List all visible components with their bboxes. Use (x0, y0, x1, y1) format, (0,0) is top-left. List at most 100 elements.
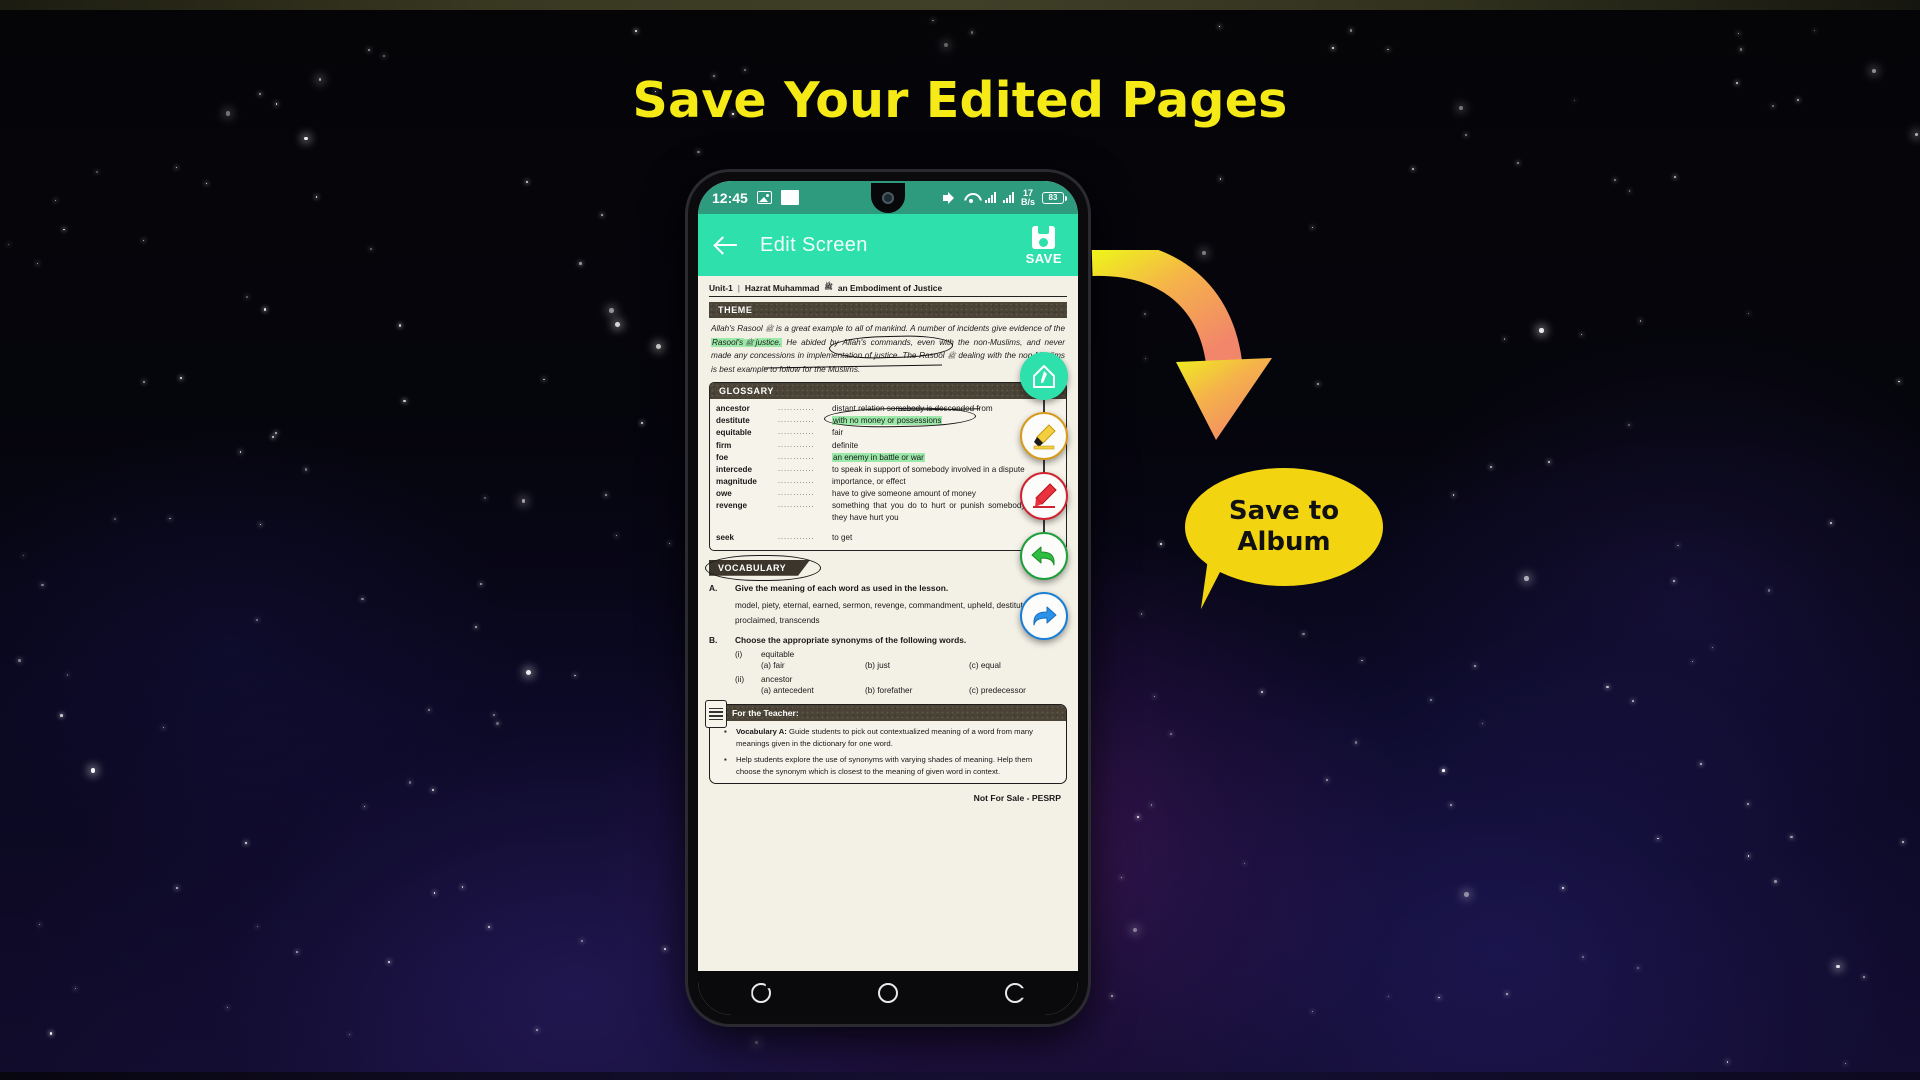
unit-label: Unit-1 (709, 282, 733, 293)
star (604, 494, 607, 496)
star (275, 431, 277, 434)
callout-bubble: Save to Album (1185, 468, 1383, 586)
glossary-row: magnitude............ importance, or effe… (716, 476, 1060, 488)
teacher-section-heading: For the Teacher: (710, 705, 1066, 721)
star (1111, 994, 1114, 997)
glossary-word: owe (716, 489, 732, 499)
question-a-words: model, piety, eternal, earned, sermon, r… (735, 600, 1030, 625)
glossary-row: ancestor............distant relation som… (716, 403, 1060, 415)
undo-tool-button[interactable] (1020, 532, 1068, 580)
question-b-letter: B. (709, 635, 718, 646)
volume-icon (942, 191, 957, 204)
question-a-heading: Give the meaning of each word as used in… (735, 582, 949, 593)
option[interactable]: (a) antecedent (761, 686, 865, 695)
star (754, 1040, 758, 1044)
option[interactable]: (c) predecessor (969, 686, 1073, 695)
arabic-honorific-glyph: ﷺ (765, 325, 775, 333)
star (408, 781, 412, 784)
star (113, 517, 116, 520)
glossary-word: seek (716, 532, 735, 542)
star (256, 925, 258, 928)
glossary-dots: ............ (778, 478, 815, 486)
glossary-dots: ............ (778, 465, 815, 473)
star (1539, 328, 1544, 333)
glossary-section: GLOSSARY ancestor............ distant rel… (709, 382, 1067, 551)
star (634, 29, 637, 32)
teacher-section: For the Teacher: ▪ Vocabulary A: Guide st… (705, 700, 1067, 785)
recents-icon[interactable] (751, 983, 772, 1003)
glossary-word: destitute (716, 416, 750, 426)
star (609, 308, 614, 313)
star (574, 674, 576, 677)
pen-tool-button[interactable] (1020, 472, 1068, 520)
theme-text-2: is a great example to all of mankind. A … (776, 324, 1065, 333)
star (1481, 722, 1484, 724)
vocabulary-tab: VOCABULARY (705, 554, 821, 581)
glossary-dots: ............ (778, 533, 815, 541)
glossary-row: foe............ an enemy in battle or war (716, 452, 1060, 464)
top-edge-strip (0, 0, 1920, 10)
star (7, 243, 10, 245)
glossary-definition: to speak in support of somebody involved… (832, 464, 1025, 474)
glossary-dots: ............ (778, 502, 815, 510)
glossary-row: owe............ have to give someone amou… (716, 488, 1060, 500)
battery-icon: 83 (1042, 191, 1067, 204)
status-bar-left: 12:45 (712, 190, 799, 206)
teacher-box: For the Teacher: ▪ Vocabulary A: Guide st… (709, 704, 1067, 785)
highlighted-text-rasools: Rasool's (711, 337, 745, 347)
star (304, 468, 307, 471)
home-icon[interactable] (877, 983, 898, 1003)
front-camera-icon (882, 192, 894, 204)
star (179, 376, 183, 379)
highlighter-tool-button[interactable] (1020, 412, 1068, 460)
glossary-dots: ............ (778, 405, 815, 413)
star (60, 714, 63, 717)
glossary-dots: ............ (778, 429, 815, 437)
star (1790, 835, 1793, 838)
option[interactable]: (b) forefather (865, 686, 969, 695)
star (304, 136, 308, 141)
star (143, 381, 146, 383)
vocabulary-sub-item: (ii) ancestor (a) antecedent (b) forefather… (735, 675, 1073, 695)
star (1489, 465, 1492, 468)
status-time: 12:45 (712, 189, 748, 206)
question-b-body: Choose the appropriate synonyms of the f… (735, 635, 1073, 695)
option[interactable]: (a) fair (761, 661, 865, 670)
star (239, 451, 241, 453)
star (496, 722, 499, 725)
bullet-icon: ▪ (724, 727, 727, 737)
star (38, 923, 40, 925)
star (1524, 576, 1529, 581)
theme-paragraph: Allah's Rasool ﷺ is a great example to a… (711, 324, 1066, 374)
teacher-note-text: Vocabulary A: Guide students to pick out… (736, 727, 1033, 748)
page-title: Save Your Edited Pages (632, 72, 1288, 129)
edit-tool-button[interactable] (1020, 352, 1068, 400)
image-icon (756, 191, 772, 204)
star (664, 948, 666, 950)
star (1503, 338, 1506, 340)
floppy-disk-icon (1032, 225, 1056, 249)
document-canvas[interactable]: Unit-1 | Hazrat Muhammad ﷺ an Embodiment… (698, 276, 1078, 971)
save-button[interactable]: SAVE (1026, 225, 1062, 265)
glossary-word: equitable (716, 428, 752, 438)
star (50, 1032, 53, 1035)
option[interactable]: (c) equal (969, 661, 1073, 670)
unit-title-part-b: an Embodiment of Justice (837, 282, 943, 293)
sub-item-word: equitable (761, 650, 795, 660)
star (18, 659, 21, 662)
option[interactable]: (b) just (865, 661, 969, 670)
star (1442, 769, 1445, 772)
data-speed-unit: B/s (1020, 196, 1035, 207)
redo-tool-button[interactable] (1020, 592, 1068, 640)
unit-separator: | (737, 282, 740, 293)
callout-line-1: Save to (1228, 496, 1340, 527)
glossary-row: firm............ definite (716, 440, 1060, 452)
star (526, 669, 532, 675)
back-arrow-icon[interactable] (714, 232, 740, 258)
glossary-row: intercede............ to speak in support… (716, 464, 1060, 476)
back-icon[interactable] (1004, 983, 1025, 1003)
sub-item-number: (i) (735, 650, 743, 660)
star (1628, 190, 1630, 192)
signal-bars-icon-2 (1002, 192, 1014, 203)
star (1606, 685, 1609, 689)
